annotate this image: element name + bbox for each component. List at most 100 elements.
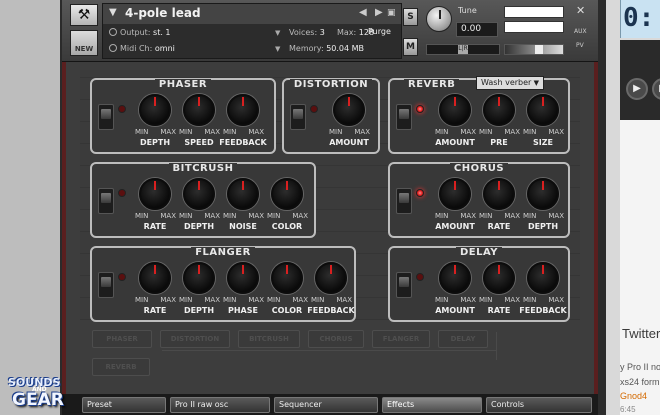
- close-icon[interactable]: ✕: [576, 4, 585, 17]
- bitcrush-noise-knob[interactable]: MIN MAX NOISE: [222, 178, 264, 238]
- volume-slider[interactable]: [504, 44, 564, 55]
- phaser-depth-knob[interactable]: MIN MAX DEPTH: [134, 94, 176, 154]
- flanger-color-knob[interactable]: MIN MAX COLOR: [266, 262, 308, 322]
- bitcrush-enable-toggle[interactable]: [98, 188, 114, 214]
- aux-button[interactable]: AUX: [574, 28, 587, 35]
- routing-chain-connector: [496, 332, 497, 360]
- knob-dial[interactable]: [333, 94, 365, 126]
- bitcrush-color-knob[interactable]: MIN MAX COLOR: [266, 178, 308, 238]
- tune-value[interactable]: 0.00: [456, 22, 498, 37]
- knob-dial[interactable]: [183, 94, 215, 126]
- next-instrument-icon[interactable]: ▶: [375, 7, 383, 18]
- instrument-name[interactable]: 4-pole lead: [125, 6, 201, 20]
- delay-feedback-knob[interactable]: MIN MAX FEEDBACK: [519, 262, 567, 322]
- reverb-size-knob[interactable]: MIN MAX SIZE: [522, 94, 564, 154]
- chain-slot[interactable]: REVERB: [92, 358, 150, 376]
- midi-channel-field[interactable]: Midi Ch: omni: [109, 44, 175, 53]
- reverb-pre-knob[interactable]: MIN MAX PRE: [478, 94, 520, 154]
- delay-enable-toggle[interactable]: [396, 272, 412, 298]
- prev-instrument-icon[interactable]: ◀: [359, 7, 367, 18]
- tab-preset[interactable]: Preset: [82, 397, 166, 413]
- distortion-amount-knob[interactable]: MIN MAX AMOUNT: [328, 94, 370, 154]
- bitcrush-depth-knob[interactable]: MIN MAX DEPTH: [178, 178, 220, 238]
- purge-button[interactable]: Purge: [368, 27, 391, 36]
- output-value: st. 1: [153, 28, 171, 37]
- knob-dial[interactable]: [439, 94, 471, 126]
- knob-min-label: MIN: [179, 212, 193, 220]
- knob-dial[interactable]: [271, 178, 303, 210]
- twitter-heading[interactable]: Twitter: [622, 326, 660, 341]
- flanger-depth-knob[interactable]: MIN MAX DEPTH: [178, 262, 220, 322]
- tab-pro-ii-raw-osc[interactable]: Pro II raw osc: [170, 397, 270, 413]
- knob-dial[interactable]: [139, 262, 171, 294]
- tab-effects[interactable]: Effects: [382, 397, 482, 413]
- knob-dial[interactable]: [139, 178, 171, 210]
- chain-slot[interactable]: DELAY: [438, 330, 488, 348]
- knob-dial[interactable]: [439, 178, 471, 210]
- camera-icon[interactable]: ▣: [387, 8, 396, 18]
- reverb-type-dropdown[interactable]: Wash verber ▼: [476, 76, 544, 90]
- knob-max-label: MAX: [248, 296, 264, 304]
- chain-slot[interactable]: CHORUS: [308, 330, 364, 348]
- tab-sequencer[interactable]: Sequencer: [274, 397, 378, 413]
- chain-slot[interactable]: BITCRUSH: [238, 330, 300, 348]
- knob-max-label: MAX: [548, 128, 564, 136]
- knob-dial[interactable]: [139, 94, 171, 126]
- mute-button[interactable]: M: [403, 38, 418, 56]
- knob-min-label: MIN: [179, 296, 193, 304]
- pan-slider[interactable]: L|R: [426, 44, 500, 55]
- pv-button[interactable]: PV: [576, 42, 584, 49]
- knob-dial[interactable]: [527, 94, 559, 126]
- reverb-amount-knob[interactable]: MIN MAX AMOUNT: [434, 94, 476, 154]
- chorus-enable-toggle[interactable]: [396, 188, 412, 214]
- midi-dropdown-icon[interactable]: ▼: [275, 45, 280, 53]
- knob-dial[interactable]: [315, 262, 347, 294]
- delay-rate-knob[interactable]: MIN MAX RATE: [478, 262, 520, 322]
- knob-dial[interactable]: [271, 262, 303, 294]
- knob-dial[interactable]: [227, 262, 259, 294]
- flanger-phase-knob[interactable]: MIN MAX PHASE: [222, 262, 264, 322]
- output-field[interactable]: Output: st. 1: [109, 28, 171, 37]
- phaser-feedback-knob[interactable]: MIN MAX FEEDBACK: [219, 94, 267, 154]
- logo-bottom-text: GEAR: [12, 390, 64, 410]
- chain-slot[interactable]: PHASER: [92, 330, 152, 348]
- knob-dial[interactable]: [483, 262, 515, 294]
- chorus-rate-knob[interactable]: MIN MAX RATE: [478, 178, 520, 238]
- reverb-enable-toggle[interactable]: [396, 104, 412, 130]
- host-feed-user-link[interactable]: Gnod4: [620, 391, 647, 401]
- memory-field: Memory: 50.04 MB: [289, 44, 364, 53]
- flanger-rate-knob[interactable]: MIN MAX RATE: [134, 262, 176, 322]
- phaser-speed-knob[interactable]: MIN MAX SPEED: [178, 94, 220, 154]
- distortion-enable-toggle[interactable]: [290, 104, 306, 130]
- knob-dial[interactable]: [183, 262, 215, 294]
- bitcrush-title-wrap: BITCRUSH: [92, 156, 314, 175]
- tune-knob[interactable]: [426, 6, 452, 32]
- chain-slot[interactable]: DISTORTION: [160, 330, 230, 348]
- solo-button[interactable]: S: [403, 8, 418, 26]
- flanger-feedback-knob[interactable]: MIN MAX FEEDBACK: [307, 262, 355, 322]
- bitcrush-rate-knob[interactable]: MIN MAX RATE: [134, 178, 176, 238]
- knob-max-label: MAX: [460, 212, 476, 220]
- knob-dial[interactable]: [227, 94, 259, 126]
- knob-dial[interactable]: [483, 178, 515, 210]
- collapse-arrow-icon[interactable]: ▼: [109, 7, 117, 18]
- delay-amount-knob[interactable]: MIN MAX AMOUNT: [434, 262, 476, 322]
- knob-dial[interactable]: [183, 178, 215, 210]
- host-play-icon[interactable]: ▶: [626, 78, 648, 100]
- knob-dial[interactable]: [527, 262, 559, 294]
- chorus-amount-knob[interactable]: MIN MAX AMOUNT: [434, 178, 476, 238]
- wrench-icon[interactable]: ⚒: [70, 4, 98, 26]
- chain-slot[interactable]: FLANGER: [372, 330, 430, 348]
- knob-dial[interactable]: [227, 178, 259, 210]
- knob-dial[interactable]: [527, 178, 559, 210]
- knob-dial[interactable]: [439, 262, 471, 294]
- level-meter-left: [504, 6, 564, 18]
- knob-min-label: MIN: [329, 128, 343, 136]
- output-dropdown-icon[interactable]: ▼: [275, 29, 280, 37]
- flanger-enable-toggle[interactable]: [98, 272, 114, 298]
- chorus-depth-knob[interactable]: MIN MAX DEPTH: [522, 178, 564, 238]
- knob-label: AMOUNT: [329, 138, 369, 147]
- phaser-enable-toggle[interactable]: [98, 104, 114, 130]
- knob-dial[interactable]: [483, 94, 515, 126]
- tab-controls[interactable]: Controls: [486, 397, 592, 413]
